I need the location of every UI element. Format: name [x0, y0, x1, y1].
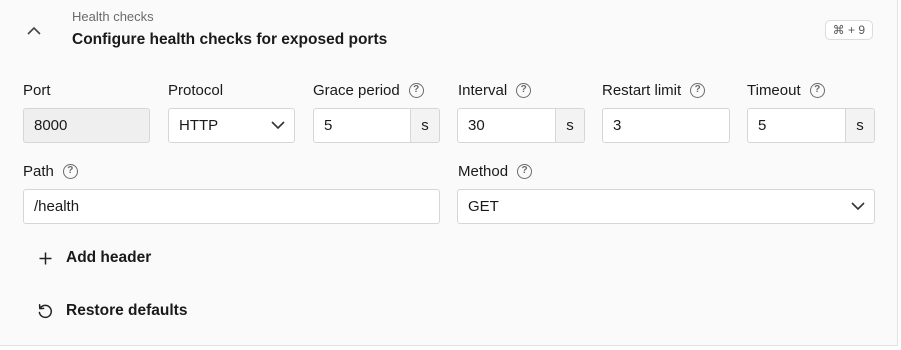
add-header-button[interactable]: Add header: [36, 249, 151, 267]
timeout-label-text: Timeout: [747, 81, 801, 99]
interval-label-text: Interval: [458, 81, 508, 99]
port-input[interactable]: 8000: [23, 108, 150, 143]
collapse-section-button[interactable]: [22, 20, 46, 40]
restart-limit-label-text: Restart limit: [602, 81, 682, 99]
timeout-value: 5: [758, 117, 767, 134]
port-value: 8000: [34, 117, 68, 134]
port-label: Port: [23, 80, 51, 100]
port-label-text: Port: [23, 81, 51, 99]
section-title: Configure health checks for exposed port…: [72, 31, 388, 48]
add-header-label: Add header: [66, 249, 152, 266]
path-value: /health: [34, 198, 80, 215]
method-label: Method ?: [458, 161, 533, 181]
protocol-label: Protocol: [168, 80, 223, 100]
restart-limit-input[interactable]: 3: [602, 108, 730, 143]
method-value: GET: [468, 198, 499, 215]
grace-period-label: Grace period ?: [313, 80, 424, 100]
interval-input[interactable]: 30 s: [457, 108, 585, 143]
grace-period-value: 5: [324, 117, 333, 134]
protocol-select[interactable]: HTTP: [168, 108, 295, 143]
path-label-text: Path: [23, 162, 54, 180]
keyboard-shortcut-badge: ⌘ + 9: [824, 20, 873, 40]
restart-limit-value: 3: [613, 117, 622, 134]
grace-period-unit: s: [410, 109, 439, 142]
chevron-down-icon: [270, 118, 286, 134]
method-label-text: Method: [458, 162, 509, 180]
restart-limit-label: Restart limit ?: [602, 80, 706, 100]
protocol-label-text: Protocol: [168, 81, 224, 99]
protocol-value: HTTP: [179, 117, 219, 134]
timeout-input[interactable]: 5 s: [747, 108, 875, 143]
method-select[interactable]: GET: [457, 189, 875, 224]
help-icon[interactable]: ?: [516, 82, 532, 98]
health-checks-panel: Health checks Configure health checks fo…: [0, 0, 898, 346]
section-subtitle: Health checks: [72, 9, 154, 24]
grace-period-label-text: Grace period: [313, 81, 400, 99]
help-icon[interactable]: ?: [690, 82, 706, 98]
help-icon[interactable]: ?: [809, 82, 825, 98]
help-icon[interactable]: ?: [408, 82, 424, 98]
grace-period-input[interactable]: 5 s: [313, 108, 440, 143]
timeout-unit: s: [845, 109, 874, 142]
chevron-up-icon: [27, 26, 41, 35]
path-input[interactable]: /health: [23, 189, 440, 224]
help-icon[interactable]: ?: [62, 163, 78, 179]
restore-icon: [36, 302, 54, 320]
chevron-down-icon: [850, 199, 866, 215]
plus-icon: [36, 249, 54, 267]
restore-defaults-label: Restore defaults: [66, 302, 188, 319]
restore-defaults-button[interactable]: Restore defaults: [36, 302, 187, 320]
interval-value: 30: [468, 117, 485, 134]
help-icon[interactable]: ?: [517, 163, 533, 179]
timeout-label: Timeout ?: [747, 80, 825, 100]
interval-unit: s: [555, 109, 584, 142]
path-label: Path ?: [23, 161, 78, 181]
interval-label: Interval ?: [458, 80, 532, 100]
